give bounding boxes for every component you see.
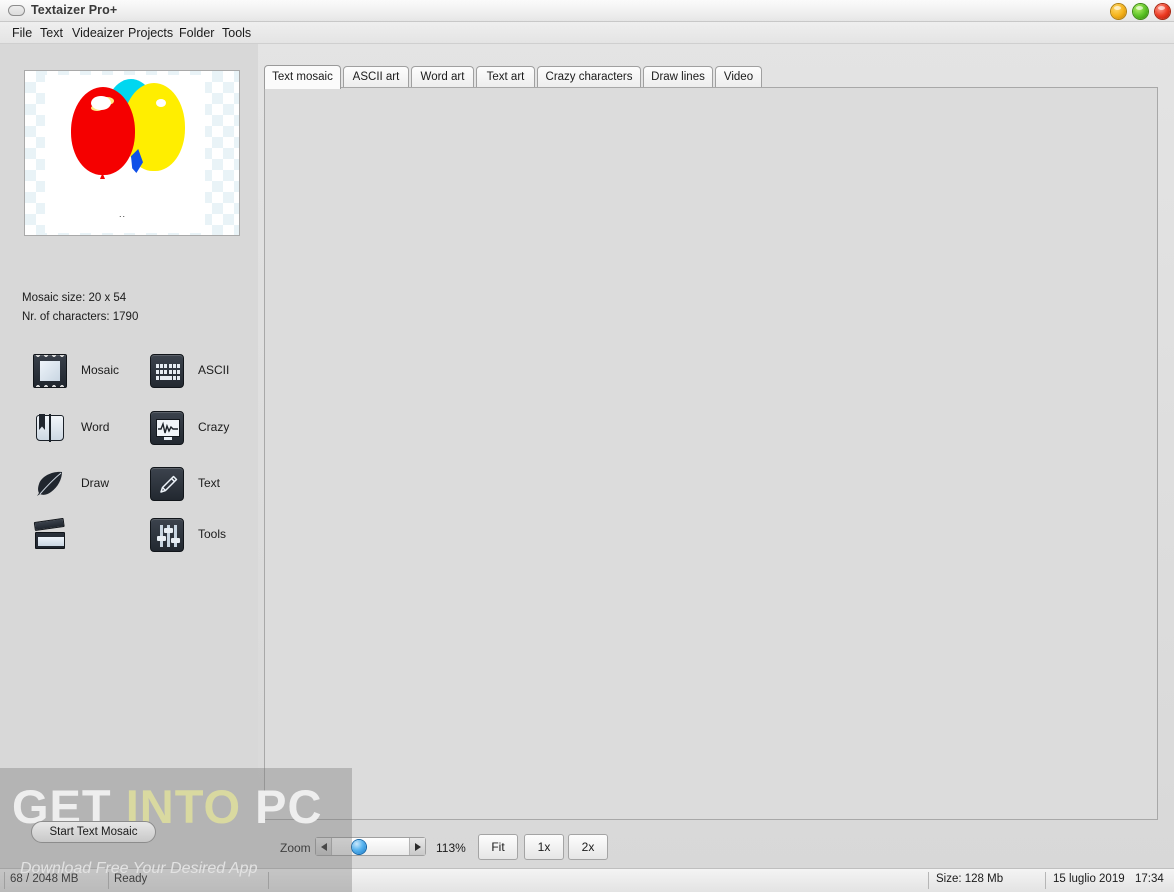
arrow-left-icon[interactable] — [316, 838, 332, 855]
tab-word-art[interactable]: Word art — [411, 66, 474, 88]
maximize-button[interactable] — [1133, 4, 1148, 19]
status-time: 17:34 — [1135, 873, 1164, 885]
tool-ascii-label: ASCII — [198, 363, 230, 377]
pencil-square-icon — [150, 467, 184, 501]
menu-file[interactable]: File — [8, 25, 36, 41]
start-text-mosaic-button[interactable]: Start Text Mosaic — [31, 821, 156, 843]
zoom-slider[interactable] — [315, 837, 426, 856]
zoom-percent-value: 113% — [436, 841, 466, 855]
menu-text[interactable]: Text — [36, 25, 67, 41]
tool-crazy-label: Crazy — [198, 420, 230, 434]
status-state: Ready — [114, 873, 148, 885]
zoom-1x-button[interactable]: 1x — [524, 834, 564, 860]
image-preview[interactable]: .. — [24, 70, 240, 236]
tab-ascii-art[interactable]: ASCII art — [343, 66, 409, 88]
arrow-right-icon[interactable] — [409, 838, 425, 855]
menu-videaizer[interactable]: Videaizer — [68, 25, 128, 41]
feather-quill-icon — [33, 467, 67, 501]
stamp-frame-icon — [33, 354, 67, 388]
mosaic-size-label: Mosaic size: 20 x 54 — [22, 292, 127, 304]
tab-text-mosaic[interactable]: Text mosaic — [264, 65, 341, 89]
window-title: Textaizer Pro+ — [31, 3, 118, 17]
tab-text-art[interactable]: Text art — [476, 66, 535, 88]
tool-text-label: Text — [198, 476, 221, 490]
zoom-label: Zoom — [280, 841, 311, 855]
close-button[interactable] — [1155, 4, 1170, 19]
status-bar: 68 / 2048 MB Ready Size: 128 Mb 15 lugli… — [0, 868, 1174, 892]
tool-mosaic-label: Mosaic — [81, 363, 120, 377]
main-content-panel[interactable] — [264, 87, 1158, 820]
zoom-slider-track[interactable] — [333, 838, 408, 855]
clapperboard-icon — [33, 517, 67, 552]
waveform-monitor-icon — [150, 411, 184, 445]
open-book-icon — [33, 411, 67, 445]
status-size: Size: 128 Mb — [936, 873, 1004, 885]
status-date: 15 luglio 2019 — [1053, 873, 1125, 885]
tab-crazy-characters[interactable]: Crazy characters — [537, 66, 641, 88]
balloons-image: .. — [45, 75, 205, 233]
sliders-icon — [150, 518, 184, 552]
characters-count-label: Nr. of characters: 1790 — [22, 311, 139, 323]
tool-tools-label: Tools — [198, 527, 227, 541]
image-dots: .. — [119, 209, 127, 219]
tab-draw-lines[interactable]: Draw lines — [643, 66, 713, 88]
status-memory: 68 / 2048 MB — [10, 873, 79, 885]
app-oval-icon — [8, 5, 25, 16]
minimize-button[interactable] — [1111, 4, 1126, 19]
menu-folder[interactable]: Folder — [175, 25, 218, 41]
mosaic-canvas[interactable] — [265, 88, 1157, 819]
keyboard-icon — [150, 354, 184, 388]
menu-projects[interactable]: Projects — [124, 25, 177, 41]
left-sidebar: .. Mosaic size: 20 x 54 Nr. of character… — [0, 44, 258, 868]
red-balloon — [71, 87, 135, 175]
zoom-slider-thumb[interactable] — [352, 840, 366, 854]
menu-tools[interactable]: Tools — [218, 25, 255, 41]
application-window: Textaizer Pro+ File Text Videaizer Proje… — [0, 0, 1174, 892]
tool-draw-label: Draw — [81, 476, 110, 490]
title-bar: Textaizer Pro+ — [0, 0, 1174, 22]
menu-bar: File Text Videaizer Projects Folder Tool… — [0, 22, 1174, 44]
zoom-2x-button[interactable]: 2x — [568, 834, 608, 860]
zoom-fit-button[interactable]: Fit — [478, 834, 518, 860]
tab-video[interactable]: Video — [715, 66, 762, 88]
tool-word-label: Word — [81, 420, 110, 434]
